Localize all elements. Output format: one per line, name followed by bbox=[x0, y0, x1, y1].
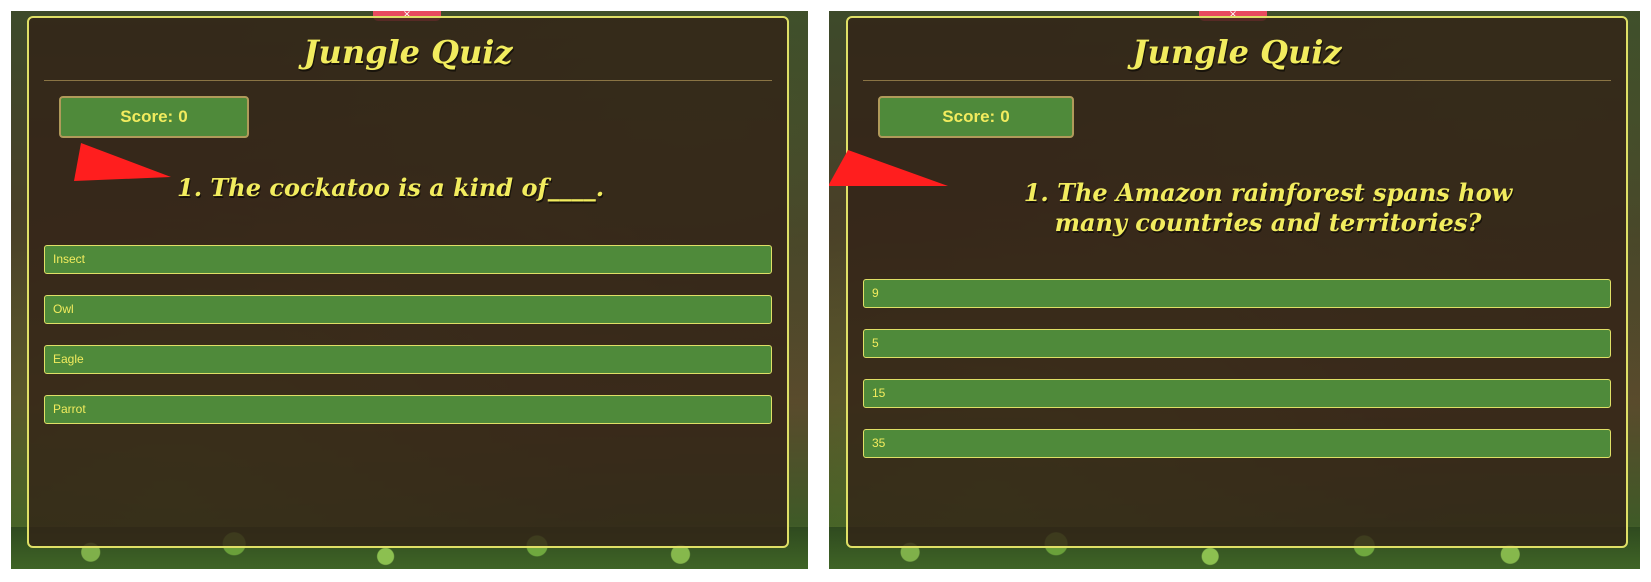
quiz-title: Jungle Quiz bbox=[303, 33, 513, 71]
title-divider bbox=[863, 80, 1611, 81]
score-box: Score: 0 bbox=[878, 96, 1074, 138]
screenshot-left: × Jungle Quiz Score: 0 1. The cockatoo i… bbox=[11, 11, 808, 569]
answer-button-2[interactable]: 5 bbox=[863, 329, 1611, 358]
score-label: Score: bbox=[942, 107, 996, 126]
answer-button-4[interactable]: Parrot bbox=[44, 395, 772, 424]
red-triangle-pointer-icon bbox=[829, 150, 948, 186]
answer-list: Insect Owl Eagle Parrot bbox=[44, 245, 772, 424]
quiz-title: Jungle Quiz bbox=[1132, 33, 1342, 71]
answer-list: 9 5 15 35 bbox=[863, 279, 1611, 458]
answer-button-3[interactable]: 15 bbox=[863, 379, 1611, 408]
quiz-panel: Jungle Quiz Score: 0 1. The cockatoo is … bbox=[27, 16, 789, 548]
screenshot-right: × Jungle Quiz Score: 0 1. The Amazon rai… bbox=[829, 11, 1640, 569]
answer-button-4[interactable]: 35 bbox=[863, 429, 1611, 458]
question-text: 1. The Amazon rainforest spans how many … bbox=[1023, 178, 1513, 237]
score-value: 0 bbox=[1000, 107, 1010, 126]
title-divider bbox=[44, 80, 772, 81]
quiz-panel: Jungle Quiz Score: 0 1. The Amazon rainf… bbox=[829, 16, 1628, 548]
red-triangle-pointer-icon bbox=[74, 143, 171, 181]
question-text: 1. The cockatoo is a kind of____. bbox=[177, 173, 605, 202]
score-value: 0 bbox=[178, 107, 188, 126]
score-box: Score: 0 bbox=[59, 96, 249, 138]
score-label: Score: bbox=[120, 107, 174, 126]
answer-button-3[interactable]: Eagle bbox=[44, 345, 772, 374]
answer-button-1[interactable]: 9 bbox=[863, 279, 1611, 308]
answer-button-1[interactable]: Insect bbox=[44, 245, 772, 274]
answer-button-2[interactable]: Owl bbox=[44, 295, 772, 324]
